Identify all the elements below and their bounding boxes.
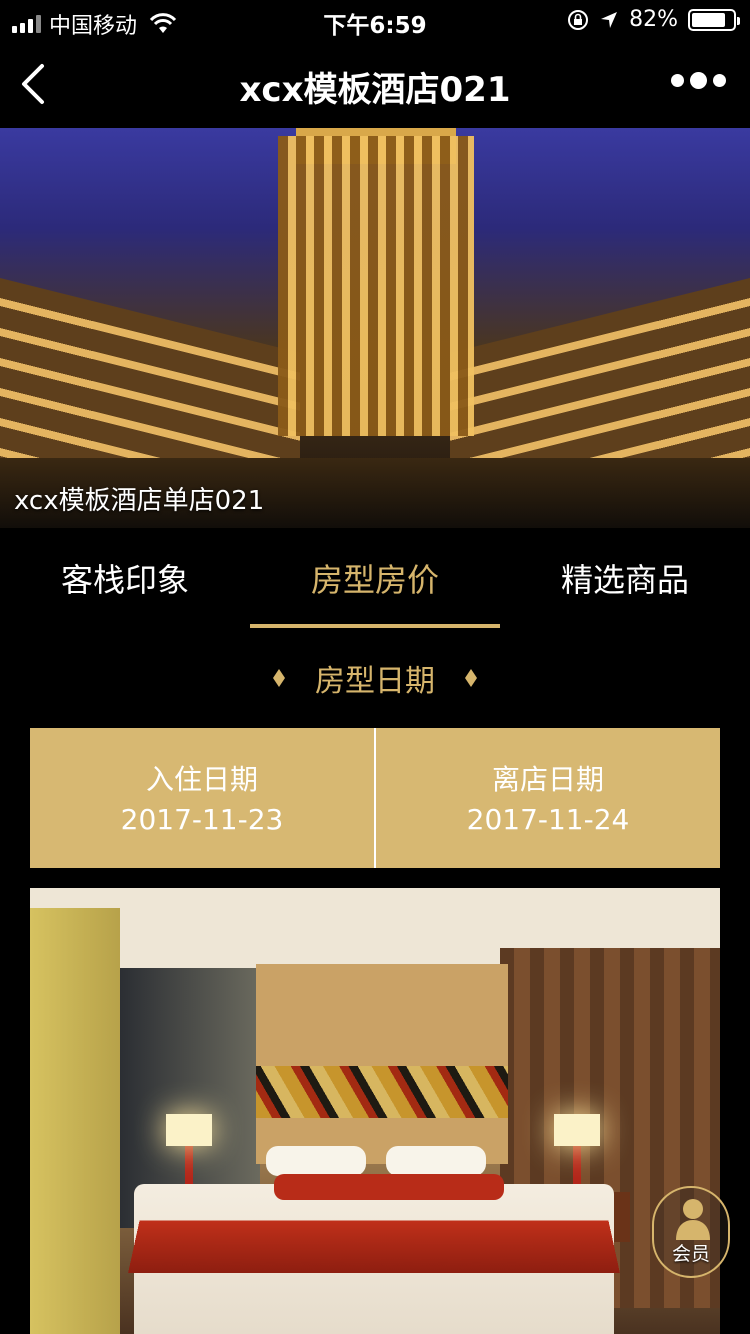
battery-icon — [688, 8, 740, 31]
tab-products[interactable]: 精选商品 — [500, 528, 750, 628]
battery-percent: 82% — [629, 7, 678, 32]
tab-bar: 客栈印象 房型房价 精选商品 — [0, 528, 750, 628]
status-bar: 中国移动 下午6:59 82% — [0, 0, 750, 40]
member-button[interactable]: 会员 — [652, 1186, 730, 1278]
checkout-value: 2017-11-24 — [466, 803, 630, 836]
user-icon — [676, 1199, 710, 1240]
checkin-value: 2017-11-23 — [120, 803, 284, 836]
more-dots-icon[interactable] — [671, 72, 726, 89]
location-arrow-icon — [601, 11, 618, 28]
section-title: 房型日期 — [315, 664, 435, 699]
section-heading: 房型日期 — [0, 652, 750, 704]
hotel-name-caption: xcx模板酒店单店021 — [14, 486, 265, 516]
date-selector: 入住日期 2017-11-23 离店日期 2017-11-24 — [30, 728, 720, 868]
member-label: 会员 — [671, 1243, 710, 1265]
checkout-label: 离店日期 — [491, 763, 604, 796]
tab-room-rates[interactable]: 房型房价 — [250, 528, 500, 628]
tab-impression[interactable]: 客栈印象 — [0, 528, 250, 628]
room-card-image[interactable] — [30, 888, 720, 1334]
checkin-date-picker[interactable]: 入住日期 2017-11-23 — [30, 728, 374, 868]
diamond-icon — [273, 669, 285, 687]
diamond-icon — [465, 669, 477, 687]
rotation-lock-icon — [568, 9, 589, 30]
hotel-hero-image — [0, 128, 750, 528]
checkout-date-picker[interactable]: 离店日期 2017-11-24 — [374, 728, 720, 868]
page-title: xcx模板酒店021 — [239, 70, 511, 110]
status-right: 82% — [567, 7, 740, 32]
checkin-label: 入住日期 — [145, 763, 258, 796]
nav-bar: xcx模板酒店021 — [0, 40, 750, 128]
